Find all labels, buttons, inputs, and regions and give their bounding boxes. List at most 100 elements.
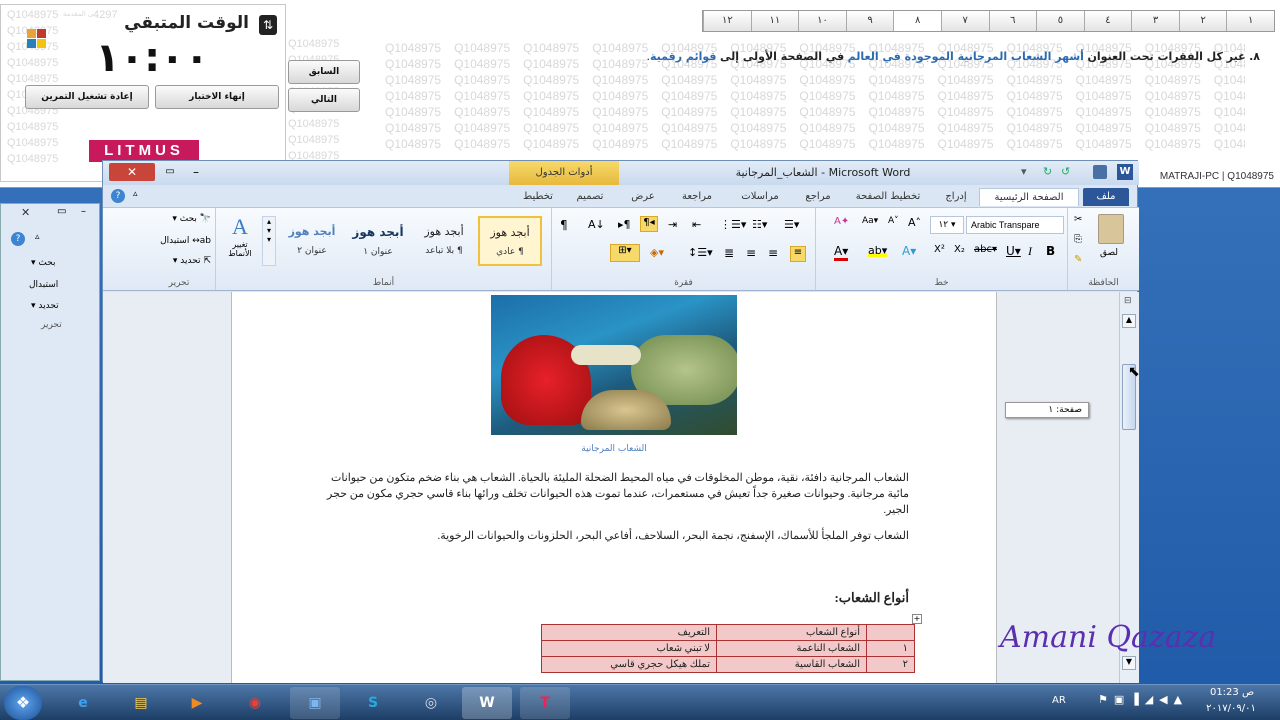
- style-heading1[interactable]: أبجد هوز عنوان ١: [346, 216, 410, 266]
- tab-insert[interactable]: إدراج: [933, 188, 979, 206]
- chrome-icon[interactable]: ◉: [230, 687, 280, 719]
- select-command[interactable]: تحديد ▾: [31, 301, 59, 311]
- shading-icon[interactable]: ◈▾: [650, 246, 664, 259]
- find-command[interactable]: بحث ▾: [31, 258, 56, 268]
- cut-icon[interactable]: ✂: [1074, 214, 1082, 225]
- page-button[interactable]: ٤: [1083, 11, 1132, 31]
- start-button[interactable]: ❖: [4, 686, 42, 720]
- minimize-icon[interactable]: –: [183, 163, 209, 181]
- page-button[interactable]: ٩: [845, 11, 894, 31]
- coral-reef-image[interactable]: [491, 295, 737, 435]
- tray-icons[interactable]: ⚑▣▐◢◀▲: [1098, 693, 1188, 706]
- tab-home[interactable]: الصفحة الرئيسية: [979, 188, 1079, 206]
- qat-dropdown-icon[interactable]: ▾: [1021, 165, 1027, 178]
- change-styles-button[interactable]: A تغيير الأنماط: [220, 214, 260, 270]
- borders-icon[interactable]: ⊞▾: [610, 244, 640, 262]
- table-cell[interactable]: الشعاب الناعمة: [716, 640, 867, 657]
- page-button[interactable]: ٨: [893, 11, 941, 31]
- swap-icon[interactable]: ⇅: [259, 15, 277, 35]
- decrease-indent-icon[interactable]: ⇤: [692, 218, 701, 231]
- ruler-toggle-icon[interactable]: ⊟: [1124, 296, 1132, 306]
- bullets-icon[interactable]: ☰▾: [784, 218, 799, 231]
- multilevel-list-icon[interactable]: ⋮☰▾: [720, 218, 746, 231]
- subscript-icon[interactable]: X₂: [954, 244, 965, 255]
- collapse-icon[interactable]: ▵: [35, 232, 40, 242]
- superscript-icon[interactable]: X²: [934, 244, 945, 255]
- grow-font-icon[interactable]: A˄: [908, 216, 921, 229]
- close-icon[interactable]: ✕: [21, 206, 35, 220]
- restore-icon[interactable]: ▭: [57, 206, 66, 217]
- text-effects-icon[interactable]: A▾: [902, 244, 916, 258]
- copy-icon[interactable]: ⎘: [1074, 234, 1082, 245]
- word-taskbar-icon[interactable]: W: [462, 687, 512, 719]
- align-right-icon[interactable]: ≡: [790, 246, 806, 262]
- paste-icon[interactable]: [1098, 214, 1124, 244]
- table-cell[interactable]: الشعاب القاسية: [716, 656, 867, 673]
- ie-icon[interactable]: e: [58, 687, 108, 719]
- page-button[interactable]: ٦: [988, 11, 1037, 31]
- document-page[interactable]: الشعاب المرجانية الشعاب المرجانية دافئة،…: [231, 292, 997, 683]
- obs-icon[interactable]: ◎: [406, 687, 456, 719]
- rtl-direction-icon[interactable]: ¶◂: [640, 216, 658, 232]
- help-icon[interactable]: ?: [111, 189, 125, 203]
- ltr-direction-icon[interactable]: ▸¶: [618, 218, 631, 231]
- select-command[interactable]: ⇱ تحديد ▾: [151, 256, 211, 266]
- table-cell[interactable]: [866, 624, 915, 641]
- exam-app-icon[interactable]: ▣: [290, 687, 340, 719]
- tab-layout[interactable]: تخطيط: [513, 188, 563, 206]
- change-case-icon[interactable]: Aa▾: [862, 216, 878, 226]
- explorer-icon[interactable]: ▤: [116, 687, 166, 719]
- clock-time[interactable]: 01:23 ص: [1200, 687, 1264, 698]
- tab-design[interactable]: تصميم: [565, 188, 615, 206]
- tab-file[interactable]: ملف: [1083, 188, 1129, 206]
- restart-button[interactable]: إعادة تشغيل التمرين: [25, 85, 149, 109]
- save-icon[interactable]: [1093, 165, 1107, 179]
- table-cell[interactable]: ٢: [866, 656, 915, 673]
- line-spacing-icon[interactable]: ↕☰▾: [688, 246, 713, 259]
- skype-icon[interactable]: S: [348, 687, 398, 719]
- redo-icon[interactable]: ↻: [1043, 165, 1052, 178]
- scroll-up-icon[interactable]: ▲: [1122, 314, 1136, 328]
- table-cell[interactable]: ١: [866, 640, 915, 657]
- replace-command[interactable]: استبدال: [29, 280, 58, 290]
- table-cell[interactable]: لا تبني شعاب: [541, 640, 717, 657]
- sort-icon[interactable]: A↓: [588, 218, 605, 231]
- restore-icon[interactable]: ▭: [157, 163, 183, 181]
- page-button[interactable]: ٣: [1131, 11, 1179, 31]
- numbering-icon[interactable]: ☷▾: [752, 218, 767, 231]
- clear-formatting-icon[interactable]: A✦: [834, 216, 849, 227]
- undo-icon[interactable]: ↺: [1061, 165, 1070, 178]
- minimize-icon[interactable]: –: [81, 206, 86, 217]
- table-cell[interactable]: التعريف: [541, 624, 717, 641]
- align-left-icon[interactable]: ≡: [746, 246, 756, 260]
- language-indicator[interactable]: AR: [1052, 695, 1066, 706]
- page-button[interactable]: ٥: [1036, 11, 1084, 31]
- table-cell[interactable]: تملك هيكل حجري قاسي: [541, 656, 717, 673]
- strikethrough-icon[interactable]: abc▾: [974, 244, 997, 255]
- tab-references[interactable]: مراجع: [793, 188, 843, 206]
- tab-view[interactable]: عرض: [619, 188, 667, 206]
- close-icon[interactable]: ✕: [109, 163, 155, 181]
- replace-command[interactable]: ab↔ استبدال: [151, 236, 211, 246]
- page-button[interactable]: ١١: [750, 11, 799, 31]
- style-normal[interactable]: أبجد هوز ¶ عادي: [478, 216, 542, 266]
- shrink-font-icon[interactable]: A˅: [888, 216, 899, 226]
- font-name-box[interactable]: Arabic Transpare: [966, 216, 1064, 234]
- align-center-icon[interactable]: ≡: [768, 246, 778, 260]
- styles-more-icon[interactable]: ▴ ▾ ▾: [262, 216, 276, 266]
- end-test-button[interactable]: إنهاء الاختبار: [155, 85, 279, 109]
- tab-mailings[interactable]: مراسلات: [727, 188, 793, 206]
- tab-review[interactable]: مراجعة: [667, 188, 727, 206]
- style-heading2[interactable]: أبجد هوز عنوان ٢: [280, 216, 344, 266]
- font-size-box[interactable]: ١٢ ▾: [930, 216, 964, 234]
- next-button[interactable]: التالي: [288, 88, 360, 112]
- increase-indent-icon[interactable]: ⇥: [668, 218, 677, 231]
- help-icon[interactable]: ?: [11, 232, 25, 246]
- show-marks-icon[interactable]: ¶: [560, 218, 568, 232]
- typing-app-icon[interactable]: T: [520, 687, 570, 719]
- page-button[interactable]: ١٠: [798, 11, 846, 31]
- table-move-handle-icon[interactable]: +: [912, 614, 922, 624]
- justify-icon[interactable]: ≣: [724, 246, 734, 260]
- page-button[interactable]: ٢: [1178, 11, 1227, 31]
- page-button[interactable]: ١٢: [703, 11, 751, 31]
